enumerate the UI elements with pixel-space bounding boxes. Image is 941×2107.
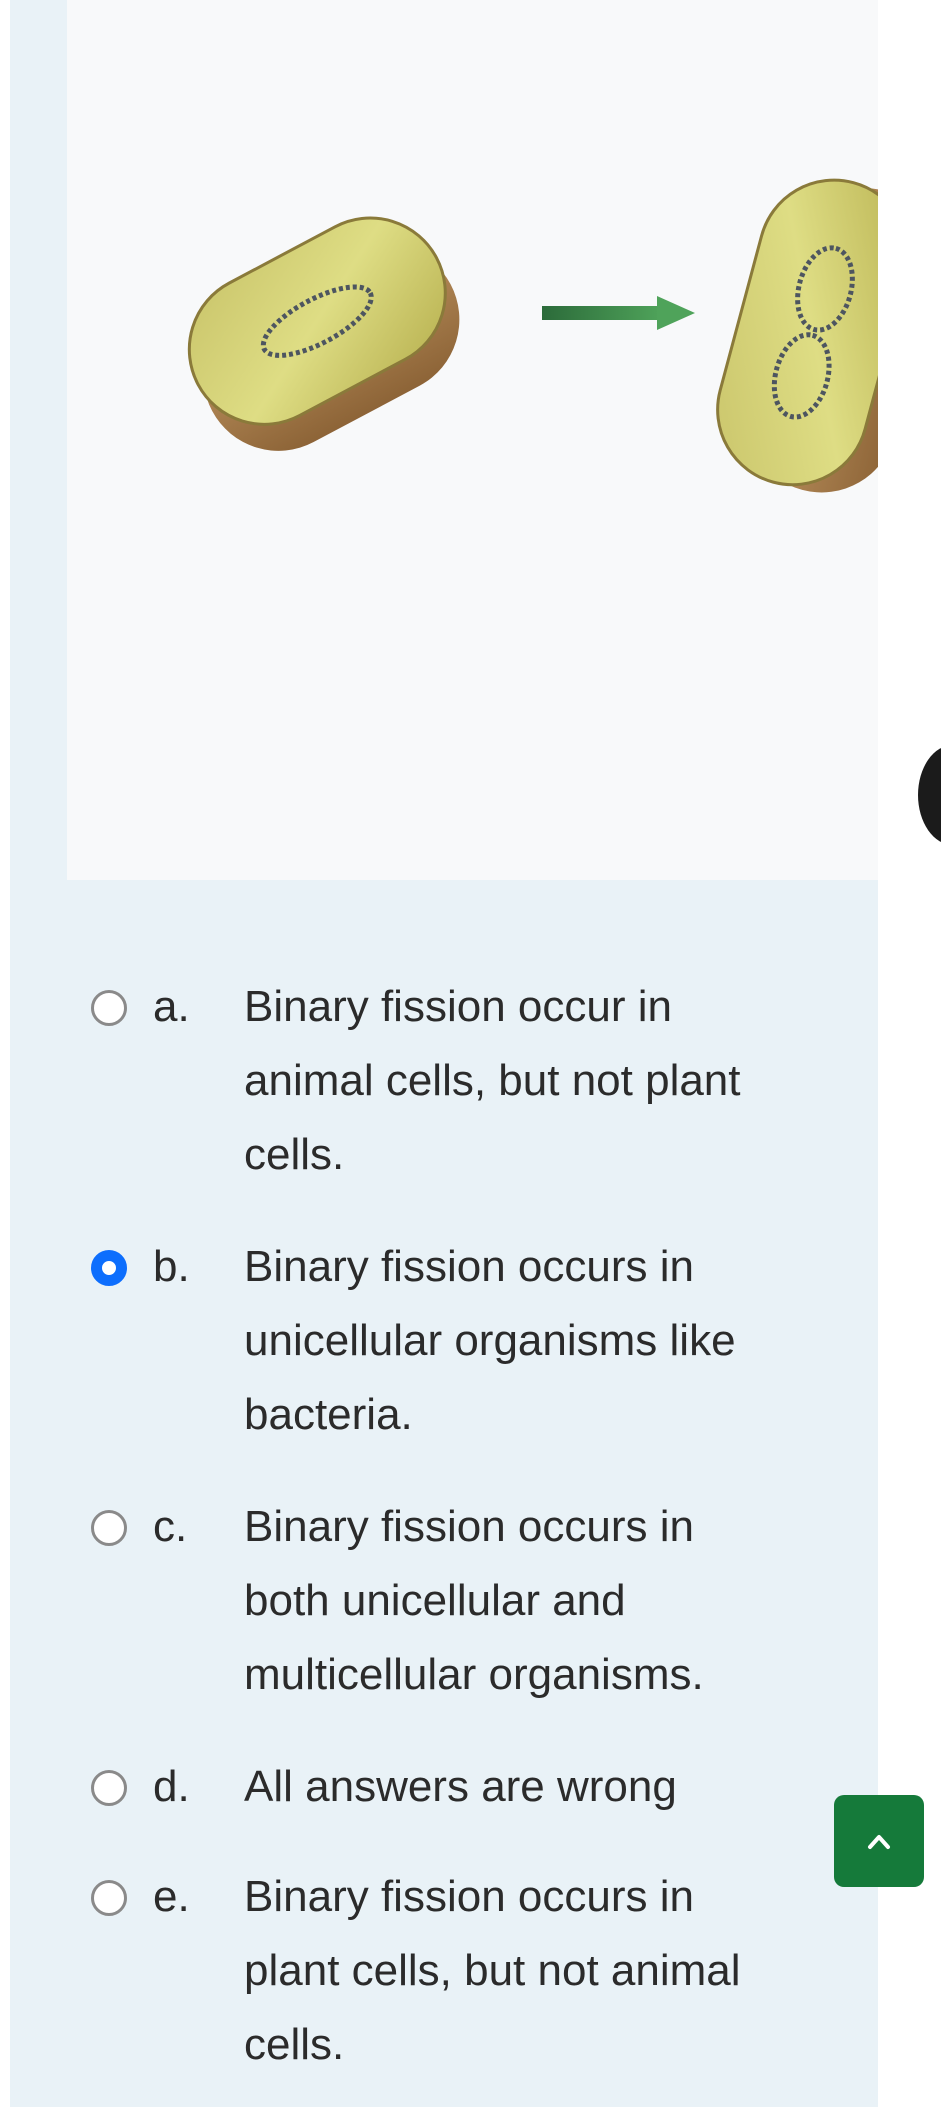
radio-b[interactable] <box>91 1250 127 1286</box>
option-line: Binary fission occur in <box>244 982 672 1031</box>
option-text: Binary fission occurs in both unicellula… <box>244 1490 844 1712</box>
radio-a[interactable] <box>91 990 127 1026</box>
option-text: Binary fission occur in animal cells, bu… <box>244 970 844 1192</box>
option-line: cells. <box>244 2020 345 2069</box>
option-text: Binary fission occurs in unicellular org… <box>244 1230 844 1452</box>
option-line: multicellular organisms. <box>244 1650 704 1699</box>
option-letter: b. <box>153 1242 190 1291</box>
option-letter: e. <box>153 1872 190 1921</box>
left-margin <box>0 0 10 2107</box>
option-letter: d. <box>153 1762 190 1811</box>
option-line: animal cells, but not plant <box>244 1056 741 1105</box>
radio-e[interactable] <box>91 1880 127 1916</box>
option-line: both unicellular and <box>244 1576 626 1625</box>
overlay-button-edge <box>918 745 941 845</box>
option-letter: c. <box>153 1502 188 1551</box>
question-image <box>67 0 878 880</box>
option-text: All answers are wrong <box>244 1750 844 1824</box>
option-line: All answers are wrong <box>244 1762 677 1811</box>
option-line: Binary fission occurs in <box>244 1242 694 1291</box>
radio-c[interactable] <box>91 1510 127 1546</box>
option-line: Binary fission occurs in <box>244 1502 694 1551</box>
arrow-icon <box>542 296 695 330</box>
option-line: plant cells, but not animal <box>244 1946 741 1995</box>
parent-cell <box>187 216 460 451</box>
dividing-cell <box>716 178 878 493</box>
option-line: cells. <box>244 1130 345 1179</box>
binary-fission-diagram <box>187 178 878 493</box>
option-line: Binary fission occurs in <box>244 1872 694 1921</box>
chevron-up-icon <box>868 1835 890 1849</box>
option-letter: a. <box>153 982 190 1031</box>
scroll-top-button[interactable] <box>834 1795 924 1887</box>
option-line: unicellular organisms like <box>244 1316 736 1365</box>
option-line: bacteria. <box>244 1390 413 1439</box>
option-text: Binary fission occurs in plant cells, bu… <box>244 1860 844 2082</box>
radio-d[interactable] <box>91 1770 127 1806</box>
